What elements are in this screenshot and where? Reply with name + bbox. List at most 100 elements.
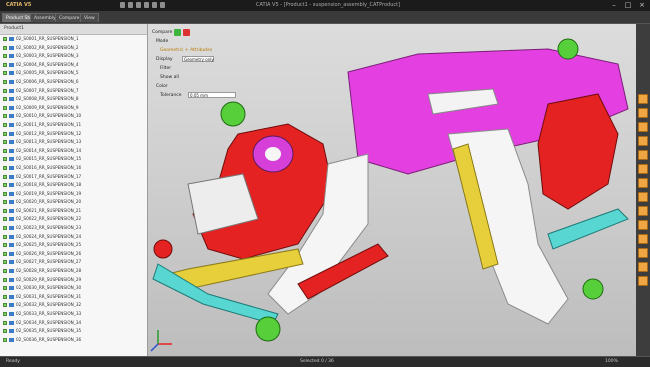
tree-item[interactable]: 02_S0015_RR_SUSPENSION_15 (0, 155, 147, 164)
3d-viewport[interactable]: Compare Mode Geometric + Attributes Disp… (148, 24, 636, 356)
tolerance-field[interactable]: 0.05 mm (188, 92, 236, 98)
tree-item[interactable]: 02_S0017_RR_SUSPENSION_17 (0, 173, 147, 182)
tree-item[interactable]: 02_S0010_RR_SUSPENSION_10 (0, 112, 147, 121)
tree-item[interactable]: 02_S0008_RR_SUSPENSION_8 (0, 95, 147, 104)
tree-item[interactable]: 02_S0014_RR_SUSPENSION_14 (0, 147, 147, 156)
visibility-checkbox[interactable] (3, 165, 7, 170)
visibility-checkbox[interactable] (3, 226, 7, 231)
visibility-checkbox[interactable] (3, 191, 7, 196)
tree-item[interactable]: 02_S0032_RR_SUSPENSION_32 (0, 301, 147, 310)
measure-icon[interactable] (638, 248, 648, 258)
visibility-checkbox[interactable] (3, 294, 7, 299)
hide-show-icon[interactable] (638, 234, 648, 244)
tree-item[interactable]: 02_S0003_RR_SUSPENSION_3 (0, 52, 147, 61)
visibility-checkbox[interactable] (3, 37, 7, 41)
print-icon[interactable] (160, 2, 165, 8)
tree-item[interactable]: 02_S0012_RR_SUSPENSION_12 (0, 130, 147, 139)
visibility-checkbox[interactable] (3, 303, 7, 308)
ok-button[interactable] (174, 29, 181, 36)
maximize-icon[interactable]: □ (624, 1, 632, 9)
section-icon[interactable] (638, 262, 648, 272)
visibility-checkbox[interactable] (3, 88, 7, 93)
fit-all-icon[interactable] (638, 136, 648, 146)
tree-item[interactable]: 02_S0001_RR_SUSPENSION_1 (0, 35, 147, 44)
tree-item[interactable]: 02_S0009_RR_SUSPENSION_9 (0, 104, 147, 113)
visibility-checkbox[interactable] (3, 208, 7, 213)
visibility-checkbox[interactable] (3, 277, 7, 282)
display-field[interactable]: Geometry only (182, 56, 214, 62)
new-icon[interactable] (120, 2, 125, 8)
visibility-checkbox[interactable] (3, 320, 7, 325)
visibility-checkbox[interactable] (3, 174, 7, 179)
visibility-checkbox[interactable] (3, 71, 7, 76)
right-view-icon[interactable] (638, 206, 648, 216)
tree-item[interactable]: 02_S0036_RR_SUSPENSION_36 (0, 336, 147, 345)
rotate-icon[interactable] (638, 94, 648, 104)
visibility-checkbox[interactable] (3, 105, 7, 110)
visibility-checkbox[interactable] (3, 260, 7, 265)
tree-item[interactable]: 02_S0018_RR_SUSPENSION_18 (0, 181, 147, 190)
tree-item[interactable]: 02_S0029_RR_SUSPENSION_29 (0, 276, 147, 285)
iso-view-icon[interactable] (638, 164, 648, 174)
tree-item[interactable]: 02_S0030_RR_SUSPENSION_30 (0, 284, 147, 293)
mode-option-label[interactable]: Geometric + Attributes (160, 48, 212, 53)
open-icon[interactable] (128, 2, 133, 8)
tree-item[interactable]: 02_S0031_RR_SUSPENSION_31 (0, 293, 147, 302)
save-icon[interactable] (136, 2, 141, 8)
visibility-checkbox[interactable] (3, 234, 7, 239)
capture-icon[interactable] (638, 276, 648, 286)
front-view-icon[interactable] (638, 178, 648, 188)
visibility-checkbox[interactable] (3, 337, 7, 342)
tree-item[interactable]: 02_S0035_RR_SUSPENSION_35 (0, 327, 147, 336)
minimize-icon[interactable]: – (610, 1, 618, 9)
top-view-icon[interactable] (638, 192, 648, 202)
tree-item[interactable]: 02_S0011_RR_SUSPENSION_11 (0, 121, 147, 130)
pan-icon[interactable] (638, 108, 648, 118)
visibility-checkbox[interactable] (3, 114, 7, 119)
visibility-checkbox[interactable] (3, 54, 7, 59)
tree-item[interactable]: 02_S0027_RR_SUSPENSION_27 (0, 258, 147, 267)
visibility-checkbox[interactable] (3, 217, 7, 222)
visibility-checkbox[interactable] (3, 251, 7, 256)
tree-item[interactable]: 02_S0005_RR_SUSPENSION_5 (0, 69, 147, 78)
visibility-checkbox[interactable] (3, 286, 7, 291)
visibility-checkbox[interactable] (3, 122, 7, 127)
tree-item[interactable]: 02_S0025_RR_SUSPENSION_25 (0, 241, 147, 250)
cancel-button[interactable] (183, 29, 190, 36)
show-all-checkbox[interactable]: Show all (160, 75, 179, 80)
tree-item[interactable]: 02_S0013_RR_SUSPENSION_13 (0, 138, 147, 147)
tree-item[interactable]: 02_S0002_RR_SUSPENSION_2 (0, 44, 147, 53)
tree-item[interactable]: 02_S0026_RR_SUSPENSION_26 (0, 250, 147, 259)
visibility-checkbox[interactable] (3, 97, 7, 102)
visibility-checkbox[interactable] (3, 157, 7, 162)
tree-item[interactable]: 02_S0028_RR_SUSPENSION_28 (0, 267, 147, 276)
visibility-checkbox[interactable] (3, 183, 7, 188)
tree-item[interactable]: 02_S0019_RR_SUSPENSION_19 (0, 190, 147, 199)
visibility-checkbox[interactable] (3, 312, 7, 316)
visibility-checkbox[interactable] (3, 45, 7, 50)
tree-item[interactable]: 02_S0034_RR_SUSPENSION_34 (0, 319, 147, 328)
visibility-checkbox[interactable] (3, 200, 7, 205)
tree-item[interactable]: 02_S0007_RR_SUSPENSION_7 (0, 87, 147, 96)
visibility-checkbox[interactable] (3, 140, 7, 145)
tree-item[interactable]: 02_S0021_RR_SUSPENSION_21 (0, 207, 147, 216)
tree-item[interactable]: 02_S0022_RR_SUSPENSION_22 (0, 215, 147, 224)
visibility-checkbox[interactable] (3, 329, 7, 334)
tab-view[interactable]: View (80, 13, 99, 22)
tree-item[interactable]: 02_S0006_RR_SUSPENSION_6 (0, 78, 147, 87)
tree-item[interactable]: 02_S0033_RR_SUSPENSION_33 (0, 310, 147, 319)
tree-item[interactable]: 02_S0024_RR_SUSPENSION_24 (0, 233, 147, 242)
redo-icon[interactable] (152, 2, 157, 8)
visibility-checkbox[interactable] (3, 148, 7, 153)
tree-item[interactable]: 02_S0016_RR_SUSPENSION_16 (0, 164, 147, 173)
close-icon[interactable]: × (638, 1, 646, 9)
visibility-checkbox[interactable] (3, 269, 7, 274)
visibility-checkbox[interactable] (3, 243, 7, 248)
tree-item[interactable]: 02_S0020_RR_SUSPENSION_20 (0, 198, 147, 207)
shading-icon[interactable] (638, 220, 648, 230)
undo-icon[interactable] (144, 2, 149, 8)
visibility-checkbox[interactable] (3, 79, 7, 84)
tree-item[interactable]: 02_S0004_RR_SUSPENSION_4 (0, 61, 147, 70)
visibility-checkbox[interactable] (3, 62, 7, 67)
zoom-icon[interactable] (638, 122, 648, 132)
